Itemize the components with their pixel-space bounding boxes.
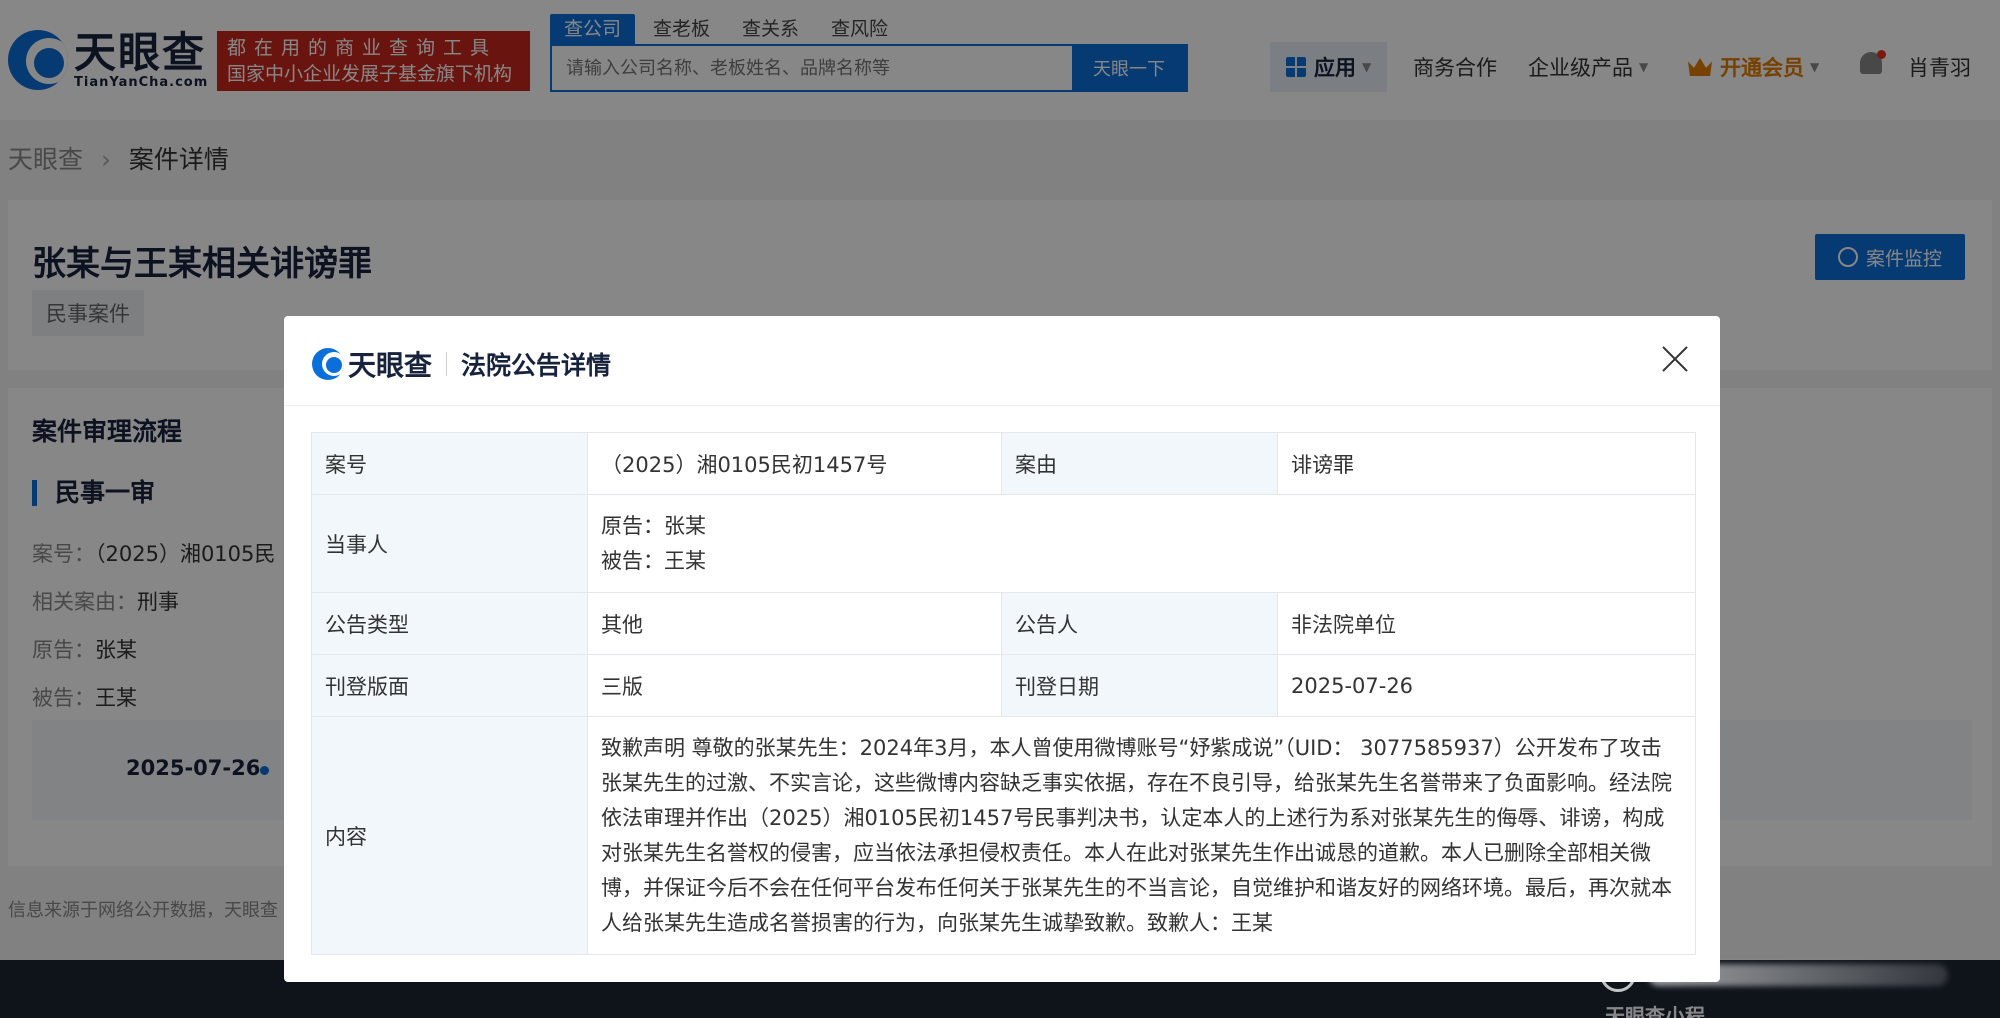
modal-logo-text: 天眼查 (348, 349, 433, 382)
case-no-value: （2025）湘0105民初1457号 (587, 432, 1002, 495)
watermark (1600, 950, 1960, 996)
party-value: 原告：张某 被告：王某 (587, 494, 1696, 593)
cause-label: 案由 (1001, 432, 1278, 495)
table-row: 当事人 原告：张某 被告：王某 (311, 494, 1696, 593)
plaintiff-text: 原告：张某 (601, 513, 706, 538)
table-row: 案号 （2025）湘0105民初1457号 案由 诽谤罪 (311, 432, 1696, 495)
modal-brand: 天眼查 法院公告详情 (312, 344, 611, 384)
modal-title: 法院公告详情 (461, 351, 612, 380)
content-cell: 致歉声明 尊敬的张某先生：2024年3月，本人曾使用微博账号“妤紫成说”（UID… (587, 716, 1696, 955)
publish-date-value: 2025-07-26 (1277, 654, 1696, 717)
table-row: 公告类型 其他 公告人 非法院单位 (311, 592, 1696, 655)
cause-value: 诽谤罪 (1277, 432, 1696, 495)
publish-page-value: 三版 (587, 654, 1002, 717)
announcer-label: 公告人 (1001, 592, 1278, 655)
table-row: 内容 致歉声明 尊敬的张某先生：2024年3月，本人曾使用微博账号“妤紫成说”（… (311, 716, 1696, 955)
case-no-label: 案号 (311, 432, 588, 495)
court-notice-modal: 天眼查 法院公告详情 案号 （2025）湘0105民初1457号 案由 诽谤罪 … (284, 316, 1720, 982)
defendant-text: 被告：王某 (601, 548, 706, 573)
watermark-logo-icon (1600, 956, 1636, 992)
announcer-value: 非法院单位 (1277, 592, 1696, 655)
content-value: 致歉声明 尊敬的张某先生：2024年3月，本人曾使用微博账号“妤紫成说”（UID… (601, 735, 1672, 935)
modal-header: 天眼查 法院公告详情 (284, 316, 1720, 406)
publish-date-label: 刊登日期 (1001, 654, 1278, 717)
modal-title-divider (446, 352, 448, 376)
notice-type-value: 其他 (587, 592, 1002, 655)
watermark-blur (1648, 964, 1948, 986)
content-label: 内容 (311, 716, 588, 955)
notice-type-label: 公告类型 (311, 592, 588, 655)
publish-page-label: 刊登版面 (311, 654, 588, 717)
table-row: 刊登版面 三版 刊登日期 2025-07-26 (311, 654, 1696, 717)
notice-detail-table: 案号 （2025）湘0105民初1457号 案由 诽谤罪 当事人 原告：张某 被… (311, 432, 1696, 955)
close-icon[interactable] (1660, 344, 1690, 374)
modal-logo-icon (312, 348, 344, 380)
party-label: 当事人 (311, 494, 588, 593)
